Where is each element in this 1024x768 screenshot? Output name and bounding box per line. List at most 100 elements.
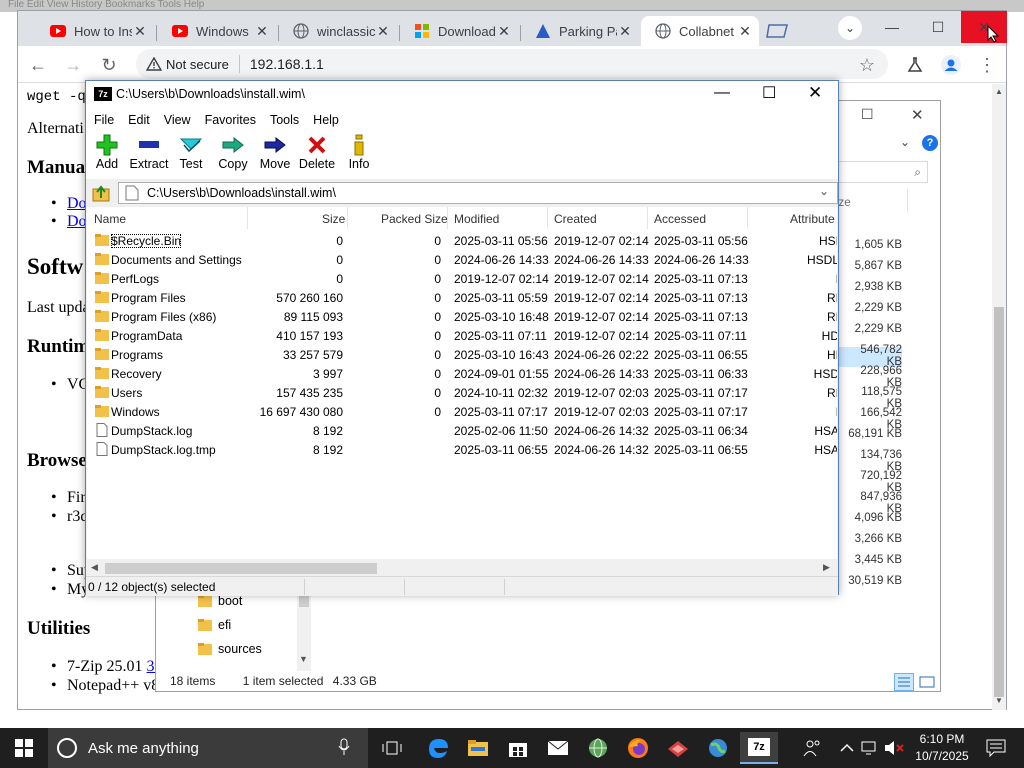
- tab-close-icon[interactable]: ✕: [254, 23, 270, 40]
- copy-button[interactable]: Copy: [211, 133, 255, 177]
- path-combobox[interactable]: C:\Users\b\Downloads\install.wim\ ⌄: [118, 182, 838, 204]
- browser-tab[interactable]: Parking Pa ✕: [521, 16, 639, 46]
- bookmark-star-icon[interactable]: ☆: [852, 50, 882, 80]
- menu-edit[interactable]: Edit: [121, 113, 157, 127]
- nav-folder-item[interactable]: efi: [198, 618, 231, 632]
- 7zip-horizontal-scrollbar[interactable]: ◀ ▶: [87, 559, 837, 576]
- maximize-button[interactable]: ☐: [915, 11, 961, 43]
- store-icon[interactable]: [502, 732, 534, 764]
- delete-button[interactable]: Delete: [295, 133, 339, 177]
- file-list-row[interactable]: DumpStack.log.tmp 8 192 2025-03-11 06:55 20…: [87, 440, 837, 459]
- nav-folder-item[interactable]: boot: [198, 594, 242, 608]
- minimize-button[interactable]: —: [869, 11, 915, 43]
- people-icon[interactable]: [796, 732, 828, 764]
- page-scrollbar[interactable]: ▲ ▼: [992, 84, 1006, 710]
- reload-button[interactable]: ↻: [94, 50, 124, 80]
- column-packed-size[interactable]: Packed Size: [381, 212, 448, 226]
- close-button[interactable]: ✕: [961, 11, 1007, 43]
- taskbar-clock[interactable]: 6:10 PM 10/7/2025: [910, 731, 974, 765]
- file-list-row[interactable]: Users 157 435 235 0 2024-10-11 02:32 2019-12…: [87, 383, 837, 402]
- filezilla-icon[interactable]: [662, 732, 694, 764]
- globe-app-icon[interactable]: [702, 732, 734, 764]
- explorer-close-button[interactable]: ✕: [911, 106, 924, 124]
- column-size[interactable]: Size: [322, 212, 345, 226]
- menu-tools[interactable]: Tools: [263, 113, 306, 127]
- tab-search-chevron-icon[interactable]: ⌄: [838, 16, 862, 40]
- network-status-icon[interactable]: [858, 732, 882, 764]
- move-button[interactable]: Move: [253, 133, 297, 177]
- path-text[interactable]: C:\Users\b\Downloads\install.wim\: [147, 186, 336, 200]
- browser-tab[interactable]: Collabnet ✕: [641, 16, 759, 46]
- address-bar[interactable]: Not secure 192.168.1.1: [136, 49, 888, 79]
- details-view-icon[interactable]: [894, 673, 914, 691]
- browser-tab[interactable]: Windows ✕: [158, 16, 276, 46]
- tab-close-icon[interactable]: ✕: [737, 23, 753, 40]
- info-button[interactable]: Info: [337, 133, 381, 177]
- add-button[interactable]: Add: [85, 133, 129, 177]
- menu-favorites[interactable]: Favorites: [198, 113, 263, 127]
- firefox-icon[interactable]: [622, 732, 654, 764]
- horizontal-scroll-thumb[interactable]: [105, 563, 377, 574]
- file-list-row[interactable]: PerfLogs 0 0 2019-12-07 02:14 2019-12-07 02:…: [87, 269, 837, 288]
- test-button[interactable]: Test: [169, 133, 213, 177]
- action-center-icon[interactable]: [980, 732, 1012, 764]
- file-list-row[interactable]: Program Files (x86) 89 115 093 0 2025-03-10…: [87, 307, 837, 326]
- tab-close-icon[interactable]: ✕: [617, 23, 633, 40]
- tab-close-icon[interactable]: ✕: [375, 23, 391, 40]
- file-list-row[interactable]: $Recycle.Bin 0 0 2025-03-11 05:56 2019-12-07…: [87, 231, 837, 250]
- labs-flask-icon[interactable]: [900, 50, 930, 80]
- file-list-row[interactable]: Recovery 3 997 0 2024-09-01 01:55 2024-06-26…: [87, 364, 837, 383]
- task-view-icon[interactable]: [376, 732, 408, 764]
- file-list-row[interactable]: DumpStack.log 8 192 2025-02-06 11:50 2024-0…: [87, 421, 837, 440]
- tab-close-icon[interactable]: ✕: [132, 23, 148, 40]
- nav-pane-scrollbar[interactable]: ▼: [297, 591, 311, 671]
- back-button[interactable]: ←: [23, 50, 53, 80]
- file-list-row[interactable]: Windows 16 697 430 080 0 2025-03-11 07:17 20…: [87, 402, 837, 421]
- download-link-2[interactable]: Do: [67, 213, 87, 230]
- 7zip-minimize-button[interactable]: —: [714, 84, 730, 102]
- file-list-row[interactable]: Programs 33 257 579 0 2025-03-10 16:43 2024-…: [87, 345, 837, 364]
- edge-browser-icon[interactable]: [422, 732, 454, 764]
- column-attributes[interactable]: Attribute: [790, 212, 835, 226]
- volume-muted-icon[interactable]: [882, 732, 906, 764]
- url-text[interactable]: 192.168.1.1: [250, 56, 324, 72]
- browser-tab[interactable]: Download ✕: [400, 16, 518, 46]
- security-label[interactable]: Not secure: [166, 57, 229, 72]
- network-globe-icon[interactable]: [582, 732, 614, 764]
- large-icons-view-icon[interactable]: [918, 674, 936, 690]
- show-hidden-icons-chevron[interactable]: [836, 732, 858, 764]
- menu-help[interactable]: Help: [306, 113, 346, 127]
- explorer-maximize-button[interactable]: ☐: [861, 106, 874, 123]
- extract-button[interactable]: Extract: [127, 133, 171, 177]
- 7zip-title-bar[interactable]: 7z C:\Users\b\Downloads\install.wim\ — ☐…: [86, 81, 838, 109]
- 7zip-maximize-button[interactable]: ☐: [762, 83, 776, 103]
- explorer-chevron-icon[interactable]: ⌄: [900, 135, 910, 149]
- file-list-row[interactable]: Program Files 570 260 160 0 2025-03-11 05:5…: [87, 288, 837, 307]
- profile-avatar-icon[interactable]: [936, 50, 966, 80]
- nav-folder-item[interactable]: sources: [198, 642, 262, 656]
- menu-kebab-icon[interactable]: ⋮: [972, 50, 1002, 80]
- 7zip-taskbar-icon[interactable]: 7z: [740, 732, 778, 764]
- up-folder-icon[interactable]: [92, 184, 110, 202]
- file-list-row[interactable]: Documents and Settings 0 0 2024-06-26 14:33…: [87, 250, 837, 269]
- menu-view[interactable]: View: [157, 113, 198, 127]
- browser-tab[interactable]: winclassic ✕: [279, 16, 397, 46]
- microphone-icon[interactable]: [338, 738, 350, 756]
- browser-tab[interactable]: How to Ins ✕: [36, 16, 154, 46]
- 7zip-close-button[interactable]: ✕: [808, 83, 822, 103]
- start-windows-icon[interactable]: [8, 732, 40, 764]
- column-created[interactable]: Created: [554, 212, 597, 226]
- column-modified[interactable]: Modified: [454, 212, 499, 226]
- menu-file[interactable]: File: [86, 113, 121, 127]
- new-tab-group[interactable]: [758, 16, 798, 46]
- tab-close-icon[interactable]: ✕: [496, 23, 512, 40]
- help-icon[interactable]: ?: [922, 135, 938, 151]
- forward-button[interactable]: →: [58, 50, 88, 80]
- mail-icon[interactable]: [542, 732, 574, 764]
- column-accessed[interactable]: Accessed: [654, 212, 706, 226]
- explorer-search-box[interactable]: ⌕: [836, 161, 928, 183]
- download-link-1[interactable]: Do: [67, 195, 87, 212]
- column-name[interactable]: Name: [94, 212, 126, 226]
- file-explorer-icon[interactable]: [462, 732, 494, 764]
- page-scrollbar-thumb[interactable]: [994, 307, 1004, 697]
